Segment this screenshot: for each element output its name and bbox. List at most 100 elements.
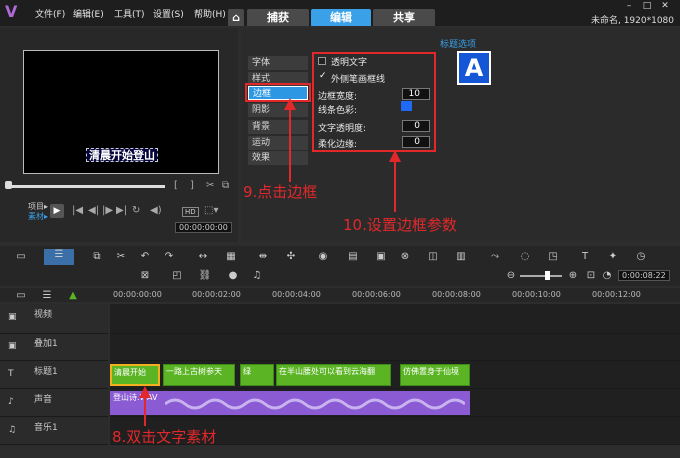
clip-mode-label[interactable]: 素材▸ <box>28 211 48 222</box>
speed-icon[interactable]: ◷ <box>634 251 648 263</box>
ruler-tick: 00:00:00:00 <box>113 290 162 299</box>
stabilize-icon[interactable]: ▥ <box>454 251 468 263</box>
home-button-icon[interactable]: |◀ <box>72 205 83 216</box>
menu-edit[interactable]: 编辑(E) <box>73 7 104 20</box>
video-track-icon: ▣ <box>8 312 17 322</box>
overlay-track-icon: ▣ <box>8 341 17 351</box>
blend-icon[interactable]: ✦ <box>606 251 620 263</box>
fit-icon[interactable]: ↔ <box>196 251 210 263</box>
split-track-icon[interactable]: ✣ <box>284 251 298 263</box>
storyboard-view-icon[interactable]: ▭ <box>14 251 28 263</box>
mark-in-icon[interactable]: [ <box>174 180 178 191</box>
menu-tools[interactable]: 工具(T) <box>114 7 145 20</box>
track-area-video[interactable] <box>110 304 680 334</box>
volume-icon[interactable]: ◀) <box>150 205 162 216</box>
annotation-step9: 9.点击边框 <box>243 183 318 201</box>
track-name-title: 标题1 <box>34 367 58 377</box>
app-logo-icon: V <box>5 2 18 21</box>
title-clip[interactable]: 一路上古树参天 <box>163 364 235 386</box>
title-clip[interactable]: 在半山腰处可以看到云海翻 <box>276 364 391 386</box>
minimize-icon[interactable]: – <box>622 1 636 11</box>
subtitle-icon[interactable]: ▣ <box>374 251 388 263</box>
check-icon[interactable]: ✓ <box>319 71 327 81</box>
chain-icon[interactable]: ⊗ <box>398 251 412 263</box>
tab-edit[interactable]: 编辑 <box>311 9 371 26</box>
tab-background[interactable]: 背景 <box>248 120 308 134</box>
prev-frame-icon[interactable]: ◀| <box>88 205 99 216</box>
chapter-icon[interactable]: ☰ <box>40 290 54 302</box>
preview-title-text[interactable]: 清晨开始登山 <box>86 148 158 162</box>
close-icon[interactable]: ✕ <box>658 1 672 11</box>
line-color-swatch[interactable] <box>401 101 412 111</box>
scrub-bar[interactable] <box>8 185 165 188</box>
text-style-preview[interactable]: A <box>457 51 491 85</box>
zoom-slider[interactable] <box>520 275 562 277</box>
title-clip[interactable]: 仿佛置身于仙境 <box>400 364 470 386</box>
track-header-voice[interactable] <box>0 389 108 417</box>
paste-icon[interactable]: ⧉ <box>90 251 104 263</box>
timeline-timecode[interactable]: 0:00:08:22 <box>618 270 670 281</box>
title-clip[interactable]: 绿 <box>240 364 274 386</box>
ruler-tick: 00:00:06:00 <box>352 290 401 299</box>
track-manager-icon[interactable]: ▭ <box>14 290 28 302</box>
next-frame-icon[interactable]: |▶ <box>102 205 113 216</box>
audio-waveform <box>165 398 465 410</box>
mixer-icon[interactable]: ▤ <box>346 251 360 263</box>
snap-icon[interactable]: ⊠ <box>138 270 152 282</box>
timeline-view-icon[interactable]: ☰ <box>44 249 74 265</box>
multicam-icon[interactable]: ▦ <box>224 251 238 263</box>
undo-icon[interactable]: ↶ <box>138 251 152 263</box>
tools-icon[interactable]: ✂ <box>114 251 128 263</box>
zoom-in-icon[interactable]: ⊕ <box>566 270 580 282</box>
ruler-tick: 00:00:12:00 <box>592 290 641 299</box>
tab-font[interactable]: 字体 <box>248 56 308 70</box>
size-dropdown-icon[interactable]: ⬚▾ <box>204 205 218 216</box>
lock-icon[interactable]: ◔ <box>600 270 614 282</box>
motion-icon[interactable]: ⤳ <box>488 251 502 263</box>
preview-timecode[interactable]: 00:00:00:00 <box>175 222 232 233</box>
tab-capture[interactable]: 捕获 <box>247 9 309 26</box>
microphone-icon[interactable]: ● <box>226 270 240 282</box>
end-icon[interactable]: ▶| <box>116 205 127 216</box>
hd-toggle[interactable]: HD <box>182 207 199 217</box>
tab-shadow[interactable]: 阴影 <box>248 103 308 117</box>
add-marker-icon[interactable]: ▲ <box>66 290 80 302</box>
redo-icon[interactable]: ↷ <box>162 251 176 263</box>
audio-icon[interactable]: ♫ <box>250 270 264 282</box>
crop-icon[interactable]: ◰ <box>170 270 184 282</box>
maximize-icon[interactable]: □ <box>640 1 654 11</box>
link-icon[interactable]: ⛓ <box>198 270 212 282</box>
title-clip[interactable]: 清晨开始 <box>110 364 160 386</box>
outer-stroke-label: 外侧笔画框线 <box>331 75 386 85</box>
arrow-step9 <box>284 98 296 182</box>
caption-icon[interactable]: ◫ <box>426 251 440 263</box>
mask-icon[interactable]: ◳ <box>546 251 560 263</box>
tab-share[interactable]: 共享 <box>373 9 435 26</box>
repeat-icon[interactable]: ↻ <box>132 205 140 216</box>
play-button[interactable]: ▶ <box>50 204 64 218</box>
split-icon[interactable]: ✂ <box>206 180 214 191</box>
annotation-step8: 8.双击文字素材 <box>112 428 217 446</box>
menu-file[interactable]: 文件(F) <box>35 7 65 20</box>
soften-edge-label: 柔化边缘: <box>318 140 358 150</box>
soften-edge-input[interactable]: 0 <box>402 136 430 148</box>
home-icon[interactable]: ⌂ <box>228 9 244 26</box>
project-info: 未命名, 1920*1080 <box>590 16 674 26</box>
track-area-overlay[interactable] <box>110 334 680 361</box>
menu-help[interactable]: 帮助(H) <box>194 7 226 20</box>
mark-out-icon[interactable]: ] <box>190 180 194 191</box>
title-text-icon[interactable]: T <box>578 251 592 263</box>
tab-effects[interactable]: 效果 <box>248 151 308 165</box>
tracking-icon[interactable]: ◌ <box>518 251 532 263</box>
record-icon[interactable]: ◉ <box>316 251 330 263</box>
border-width-input[interactable]: 10 <box>402 88 430 100</box>
trim-icon[interactable]: ⇹ <box>256 251 270 263</box>
zoom-handle[interactable] <box>545 271 550 280</box>
menu-settings[interactable]: 设置(S) <box>153 7 184 20</box>
zoom-out-icon[interactable]: ⊖ <box>504 270 518 282</box>
zoom-fit-icon[interactable]: ⊡ <box>584 270 598 282</box>
snapshot-icon[interactable]: ⧉ <box>222 180 229 191</box>
tab-motion[interactable]: 运动 <box>248 136 308 150</box>
text-transparency-input[interactable]: 0 <box>402 120 430 132</box>
transparent-text-checkbox[interactable] <box>318 57 326 65</box>
